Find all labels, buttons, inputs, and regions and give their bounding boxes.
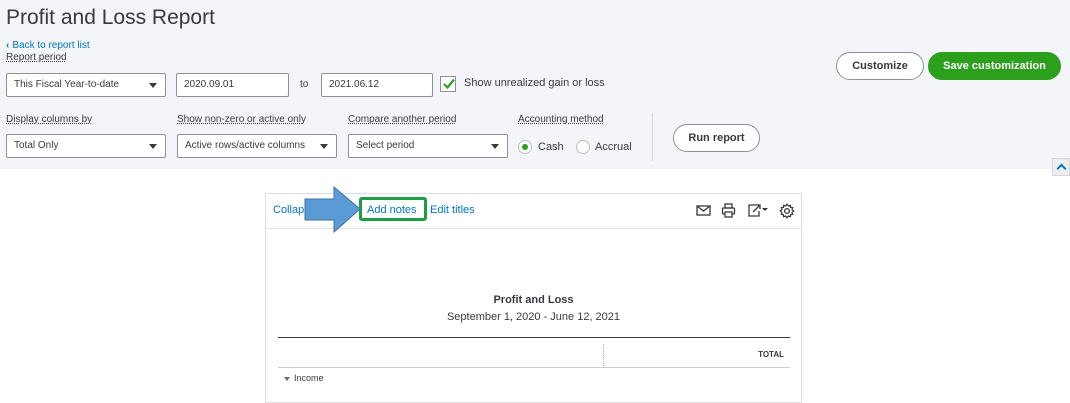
report-period-label: Report period	[6, 52, 67, 63]
to-label: to	[300, 79, 309, 90]
chevron-down-icon	[320, 144, 328, 149]
chevron-down-icon	[491, 144, 499, 149]
accounting-cash-label: Cash	[538, 141, 564, 153]
income-row-label: Income	[294, 373, 324, 383]
report-settings-panel: Profit and Loss Report ‹ Back to report l…	[0, 0, 1070, 169]
report-period-value: This Fiscal Year-to-date	[14, 79, 120, 90]
report-period-select[interactable]: This Fiscal Year-to-date	[6, 73, 166, 97]
compare-period-label: Compare another period	[348, 114, 457, 125]
divider	[278, 367, 790, 368]
email-icon[interactable]	[696, 203, 711, 222]
report-title[interactable]: Profit and Loss	[266, 294, 801, 306]
divider	[278, 337, 790, 338]
column-separator	[603, 344, 604, 366]
accounting-accrual-radio[interactable]	[576, 140, 590, 154]
nonzero-label: Show non-zero or active only	[177, 114, 306, 125]
accounting-cash-radio[interactable]	[518, 140, 532, 154]
customize-button[interactable]: Customize	[836, 52, 924, 80]
report-date-range[interactable]: September 1, 2020 - June 12, 2021	[266, 311, 801, 323]
unrealized-gain-label: Show unrealized gain or loss	[464, 77, 605, 89]
collapse-link[interactable]: Collap	[273, 204, 304, 216]
add-notes-highlight	[359, 197, 427, 221]
run-report-button[interactable]: Run report	[673, 124, 760, 152]
accounting-accrual-label: Accrual	[595, 141, 632, 153]
date-to-input[interactable]: 2021.06.12	[321, 73, 433, 97]
date-from-value: 2020.09.01	[184, 79, 235, 90]
page-title: Profit and Loss Report	[6, 6, 215, 29]
checkmark-icon	[443, 78, 455, 90]
nonzero-select[interactable]: Active rows/active columns	[177, 134, 337, 158]
date-to-value: 2021.06.12	[329, 79, 380, 90]
income-row[interactable]: Income	[284, 373, 324, 383]
date-from-input[interactable]: 2020.09.01	[176, 73, 289, 97]
display-columns-value: Total Only	[14, 140, 59, 151]
chevron-down-icon	[149, 83, 157, 88]
compare-period-select[interactable]: Select period	[348, 134, 508, 158]
edit-titles-link[interactable]: Edit titles	[430, 204, 475, 216]
display-columns-select[interactable]: Total Only	[6, 134, 166, 158]
pointer-arrow-icon	[304, 186, 361, 234]
display-columns-label: Display columns by	[6, 114, 93, 125]
back-link-label: Back to report list	[12, 40, 90, 51]
compare-period-value: Select period	[356, 140, 415, 151]
back-to-report-list-link[interactable]: ‹ Back to report list	[6, 40, 90, 51]
collapse-panel-button[interactable]	[1052, 158, 1070, 176]
expand-triangle-icon[interactable]	[284, 376, 290, 381]
accounting-method-label: Accounting method	[518, 114, 604, 125]
print-icon[interactable]	[721, 203, 736, 223]
save-customization-button[interactable]: Save customization	[928, 52, 1061, 80]
unrealized-gain-checkbox[interactable]	[440, 76, 456, 92]
nonzero-value: Active rows/active columns	[185, 140, 306, 151]
settings-gear-icon[interactable]	[779, 203, 795, 224]
total-column-header[interactable]: TOTAL	[758, 350, 784, 359]
chevron-down-icon	[149, 144, 157, 149]
chevron-left-icon: ‹	[6, 40, 10, 51]
export-icon[interactable]	[747, 203, 769, 223]
divider	[652, 113, 653, 161]
